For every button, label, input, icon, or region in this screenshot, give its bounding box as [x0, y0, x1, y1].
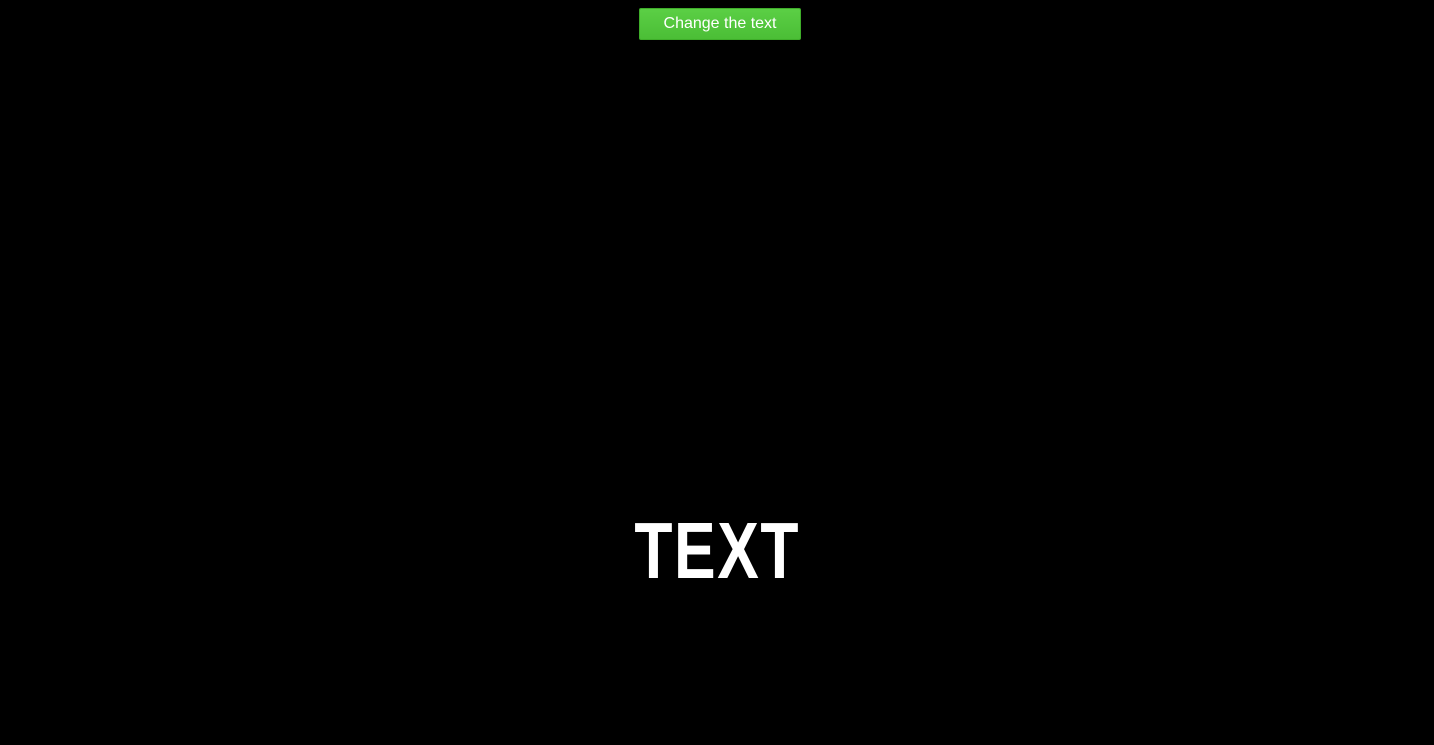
display-text-container: TEXT	[0, 506, 1434, 596]
change-the-text-button[interactable]: Change the text	[639, 8, 801, 40]
page-canvas: Change the text TEXT	[0, 0, 1434, 745]
display-text: TEXT	[634, 506, 800, 595]
